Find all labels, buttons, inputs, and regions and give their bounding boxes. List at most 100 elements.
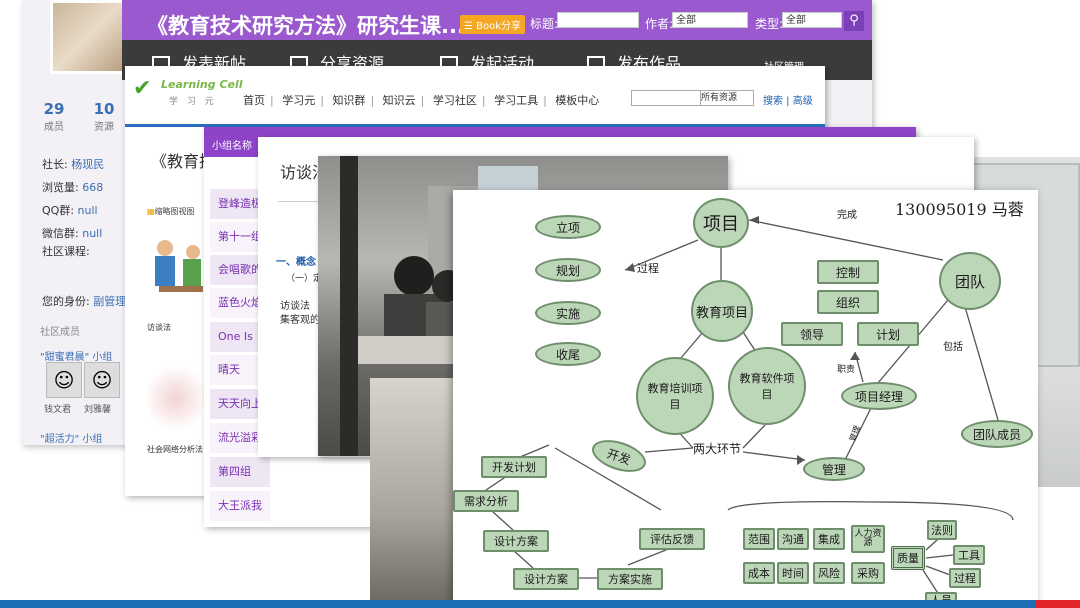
doc-section-heading: 一、概念 bbox=[276, 257, 316, 268]
mindmap-view-link[interactable]: ▦缩略图视图 bbox=[147, 206, 195, 217]
node-scope[interactable]: 范围 bbox=[743, 528, 775, 550]
lc-search-link[interactable]: 搜索 bbox=[763, 96, 783, 107]
node-rules[interactable]: 法则 bbox=[927, 520, 957, 540]
lc-search-scope-select[interactable]: 所有资源 bbox=[700, 90, 754, 106]
node-project-manager[interactable]: 项目经理 bbox=[841, 382, 917, 410]
link-label-two-links: 两大环节 bbox=[693, 442, 742, 456]
lc-nav-learningcell[interactable]: 学习元 bbox=[282, 94, 315, 107]
link-label-include: 包括 bbox=[943, 342, 963, 353]
node-lead[interactable]: 领导 bbox=[781, 322, 843, 346]
node-cost[interactable]: 成本 bbox=[743, 562, 775, 584]
node-evaluation[interactable]: 评估反馈 bbox=[639, 528, 705, 550]
stat-members[interactable]: 29 成员 bbox=[34, 100, 74, 133]
member-name[interactable]: 钱文君 bbox=[44, 402, 71, 415]
info-leader: 社长: 杨现民 bbox=[42, 156, 104, 172]
identity-value: 副管理 bbox=[93, 295, 127, 308]
node-control[interactable]: 控制 bbox=[817, 260, 879, 284]
type-filter-select[interactable]: 全部 bbox=[782, 12, 842, 28]
identity: 您的身份: 副管理 bbox=[42, 293, 126, 309]
node-time[interactable]: 时间 bbox=[777, 562, 809, 584]
info-wechat: 微信群: null bbox=[42, 225, 102, 241]
node-procurement[interactable]: 采购 bbox=[851, 562, 885, 584]
link-label-duty: 职责 bbox=[837, 365, 856, 375]
network-caption: 社会网络分析法 bbox=[147, 445, 203, 454]
classroom-photo-lower bbox=[370, 378, 460, 608]
node-plan2[interactable]: 计划 bbox=[857, 322, 919, 346]
info-views: 浏览量: 668 bbox=[42, 179, 103, 195]
node-project[interactable]: 项目 bbox=[693, 198, 749, 248]
node-setup[interactable]: 立项 bbox=[535, 215, 601, 239]
node-requirements[interactable]: 需求分析 bbox=[453, 490, 519, 512]
group-item[interactable]: 第四组 bbox=[210, 457, 270, 489]
node-close[interactable]: 收尾 bbox=[535, 342, 601, 366]
title-filter-input[interactable] bbox=[557, 12, 639, 28]
lc-nav-knowledge-group[interactable]: 知识群 bbox=[332, 94, 365, 107]
lc-nav-templates[interactable]: 模板中心 bbox=[555, 94, 599, 107]
stat-members-label: 成员 bbox=[44, 122, 64, 133]
slide-bottom-accent bbox=[1035, 600, 1080, 608]
community-title: 《教育技术研究方法》研究生课... bbox=[147, 14, 465, 38]
node-team-members[interactable]: 团队成员 bbox=[961, 420, 1033, 448]
info-wechat-value: null bbox=[82, 227, 103, 240]
link-label-complete: 完成 bbox=[837, 210, 857, 221]
grid-icon: ▦ bbox=[147, 207, 155, 216]
node-risk[interactable]: 风险 bbox=[813, 562, 845, 584]
info-qq: QQ群: null bbox=[42, 202, 98, 218]
member-avatar[interactable]: ☺ bbox=[46, 362, 82, 398]
node-dev-plan[interactable]: 开发计划 bbox=[481, 456, 547, 478]
group-link-1[interactable]: "甜蜜君晨" 小组 bbox=[40, 348, 112, 363]
node-process[interactable]: 过程 bbox=[949, 568, 981, 588]
interview-illustration bbox=[155, 240, 203, 292]
node-training-project[interactable]: 教育培训项目 bbox=[636, 357, 714, 435]
node-team[interactable]: 团队 bbox=[939, 252, 1001, 310]
node-plan-implement[interactable]: 方案实施 bbox=[597, 568, 663, 590]
node-organize[interactable]: 组织 bbox=[817, 290, 879, 314]
doc-text-line: 集客观的 bbox=[280, 315, 320, 326]
title-filter-label: 标题: bbox=[530, 17, 559, 31]
node-design-plan-1[interactable]: 设计方案 bbox=[483, 530, 549, 552]
community-avatar bbox=[50, 0, 126, 74]
share-button[interactable]: ☰ Book分享 bbox=[460, 15, 526, 34]
learningcell-logo-icon: ✔ bbox=[133, 76, 152, 101]
stat-resources-value: 10 bbox=[93, 100, 115, 118]
lc-nav-knowledge-cloud[interactable]: 知识云 bbox=[383, 94, 416, 107]
stat-members-value: 29 bbox=[43, 100, 65, 118]
member-name[interactable]: 刘雅馨 bbox=[84, 402, 111, 415]
node-management[interactable]: 管理 bbox=[803, 457, 865, 481]
node-plan[interactable]: 规划 bbox=[535, 258, 601, 282]
doc-subheading: （一）定 bbox=[286, 274, 323, 284]
share-label: 分享 bbox=[501, 21, 522, 32]
stat-resources[interactable]: 10 资源 bbox=[84, 100, 124, 133]
doc-text-line: 访谈法 bbox=[280, 301, 310, 312]
lc-nav-home[interactable]: 首页 bbox=[243, 94, 265, 107]
node-software-project[interactable]: 教育软件项目 bbox=[728, 347, 806, 425]
members-section-title: 社区成员 bbox=[40, 327, 80, 338]
group-item[interactable]: 大王派我 bbox=[210, 491, 270, 523]
search-icon[interactable]: ⚲ bbox=[844, 11, 864, 31]
node-edu-project[interactable]: 教育项目 bbox=[691, 280, 753, 342]
identity-label: 您的身份: bbox=[42, 295, 90, 308]
node-tools[interactable]: 工具 bbox=[953, 545, 985, 565]
info-course-label: 社区课程: bbox=[42, 245, 90, 258]
lc-nav-community[interactable]: 学习社区 bbox=[433, 94, 477, 107]
info-qq-label: QQ群: bbox=[42, 204, 75, 217]
lc-nav-tools[interactable]: 学习工具 bbox=[494, 94, 538, 107]
node-integration[interactable]: 集成 bbox=[813, 528, 845, 550]
group-list-header-label: 小组名称 bbox=[212, 141, 252, 152]
node-implement[interactable]: 实施 bbox=[535, 301, 601, 325]
member-avatar[interactable]: ☺ bbox=[84, 362, 120, 398]
info-leader-value[interactable]: 杨现民 bbox=[71, 158, 104, 171]
node-human-resources[interactable]: 人力资源 bbox=[851, 525, 885, 553]
mindmap-view-label: 缩略图视图 bbox=[154, 207, 195, 216]
node-communication[interactable]: 沟通 bbox=[777, 528, 809, 550]
group-link-2[interactable]: "超活力" 小组 bbox=[40, 430, 102, 445]
lc-search-input[interactable] bbox=[631, 90, 701, 106]
node-quality[interactable]: 质量 bbox=[891, 546, 925, 570]
author-filter-select[interactable]: 全部 bbox=[672, 12, 748, 28]
lc-advanced-link[interactable]: 高级 bbox=[793, 96, 813, 107]
share-prefix: ☰ Book bbox=[464, 21, 502, 32]
info-views-label: 浏览量: bbox=[42, 181, 79, 194]
info-qq-value: null bbox=[77, 204, 98, 217]
network-graph-illustration bbox=[147, 362, 205, 434]
node-design-plan-2[interactable]: 设计方案 bbox=[513, 568, 579, 590]
